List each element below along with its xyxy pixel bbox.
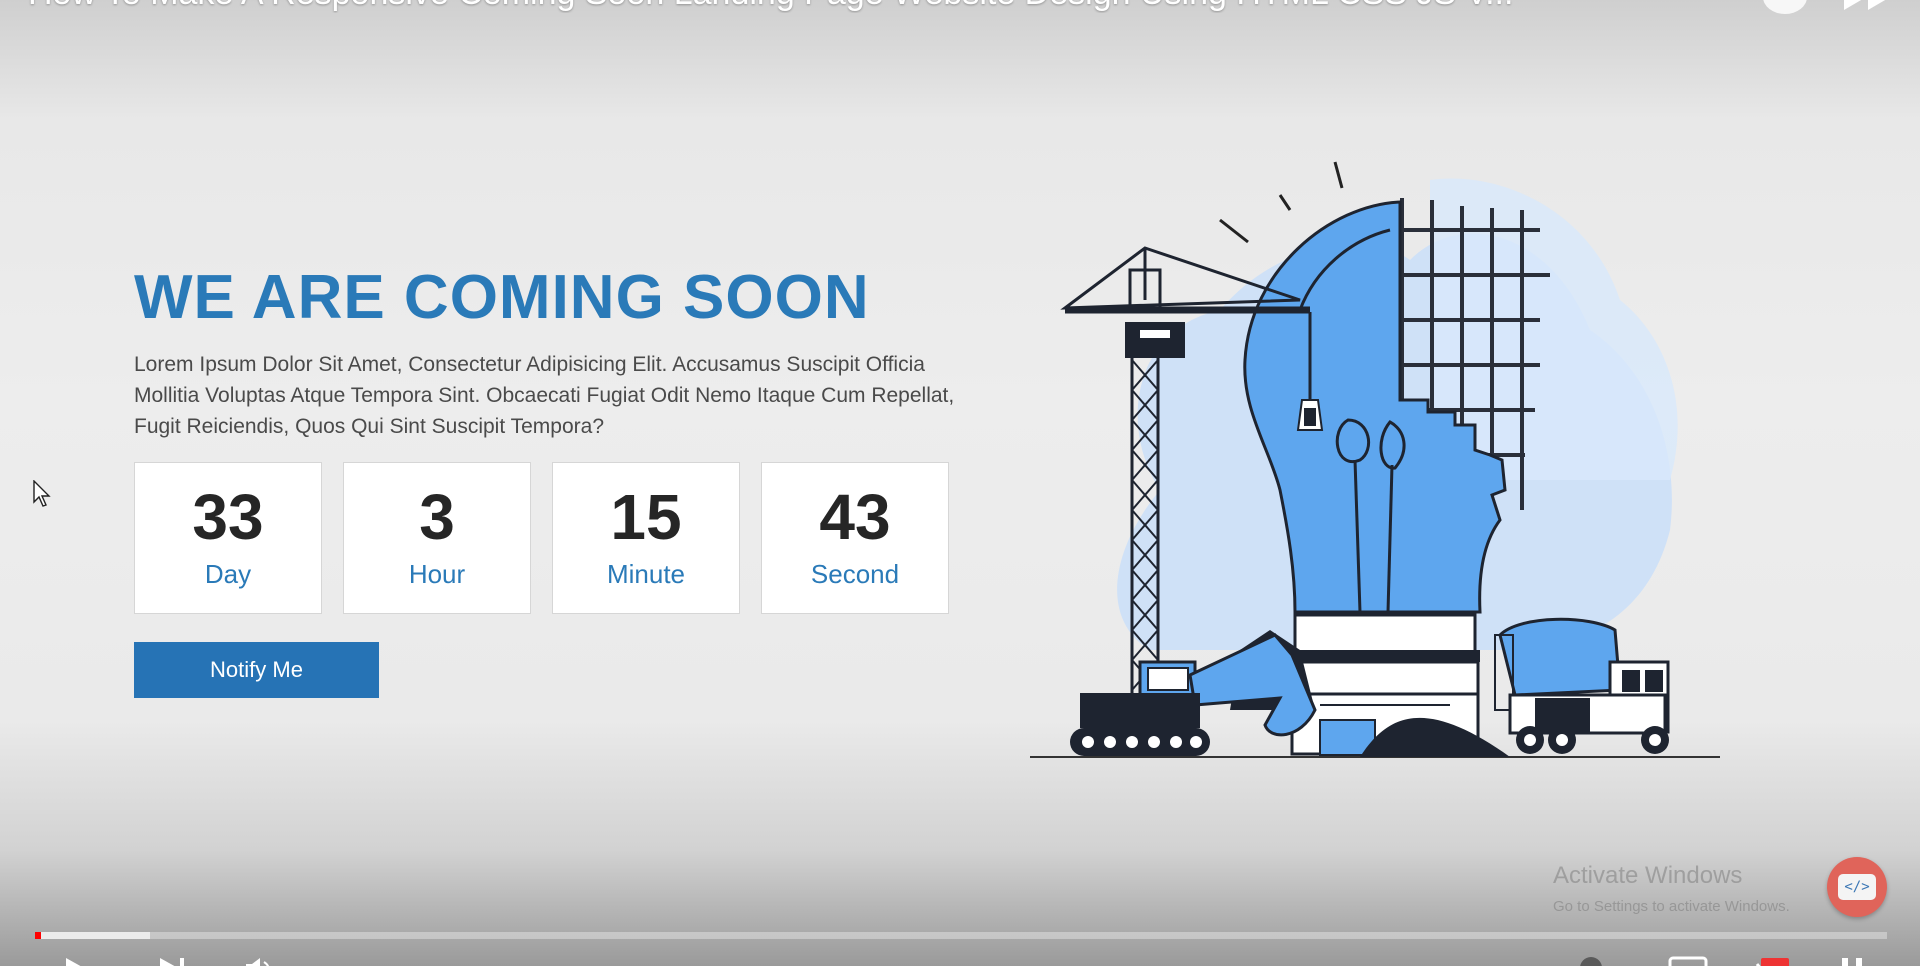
countdown-timer: 33 Day 3 Hour 15 Minute 43 Second (134, 462, 949, 614)
countdown-days: 33 Day (134, 462, 322, 614)
video-title[interactable]: How To Make A Responsive Coming Soon Lan… (28, 0, 1720, 13)
page-title: WE ARE COMING SOON (134, 263, 870, 332)
progress-buffered (35, 932, 150, 939)
autoplay-icon[interactable] (1578, 956, 1604, 966)
volume-icon[interactable] (244, 956, 276, 966)
fullscreen-icon[interactable] (1838, 956, 1868, 966)
countdown-value: 43 (819, 481, 891, 553)
code-icon[interactable]: </> (1827, 857, 1887, 917)
construction-lightbulb-illustration (1030, 161, 1720, 758)
countdown-seconds: 43 Second (761, 462, 949, 614)
countdown-value: 15 (610, 481, 682, 553)
countdown-minutes: 15 Minute (552, 462, 740, 614)
countdown-hours: 3 Hour (343, 462, 531, 614)
windows-activation-watermark: Activate Windows Go to Settings to activ… (1553, 862, 1790, 915)
next-icon[interactable] (158, 956, 188, 966)
countdown-label: Minute (606, 559, 686, 589)
countdown-label: Day (204, 559, 252, 589)
play-icon[interactable] (62, 956, 86, 966)
countdown-value: 3 (419, 481, 455, 553)
progress-played (35, 932, 41, 939)
watermark-subtitle: Go to Settings to activate Windows. (1553, 898, 1790, 915)
share-icon[interactable] (1838, 0, 1898, 12)
watermark-title: Activate Windows (1553, 862, 1743, 889)
captions-icon[interactable] (1668, 956, 1708, 966)
countdown-label: Hour (408, 559, 466, 589)
code-glyph: </> (1838, 874, 1876, 900)
countdown-value: 33 (192, 481, 264, 553)
video-player[interactable]: How To Make A Responsive Coming Soon Lan… (0, 0, 1920, 966)
channel-avatar[interactable] (1763, 0, 1807, 14)
player-controls (0, 950, 1920, 966)
settings-icon[interactable] (1755, 956, 1791, 966)
notify-me-button[interactable]: Notify Me (134, 642, 379, 698)
page-description: Lorem Ipsum Dolor Sit Amet, Consectetur … (134, 353, 955, 438)
mouse-cursor-icon (33, 480, 51, 507)
video-progress-bar[interactable] (35, 932, 1887, 939)
countdown-label: Second (810, 559, 900, 589)
